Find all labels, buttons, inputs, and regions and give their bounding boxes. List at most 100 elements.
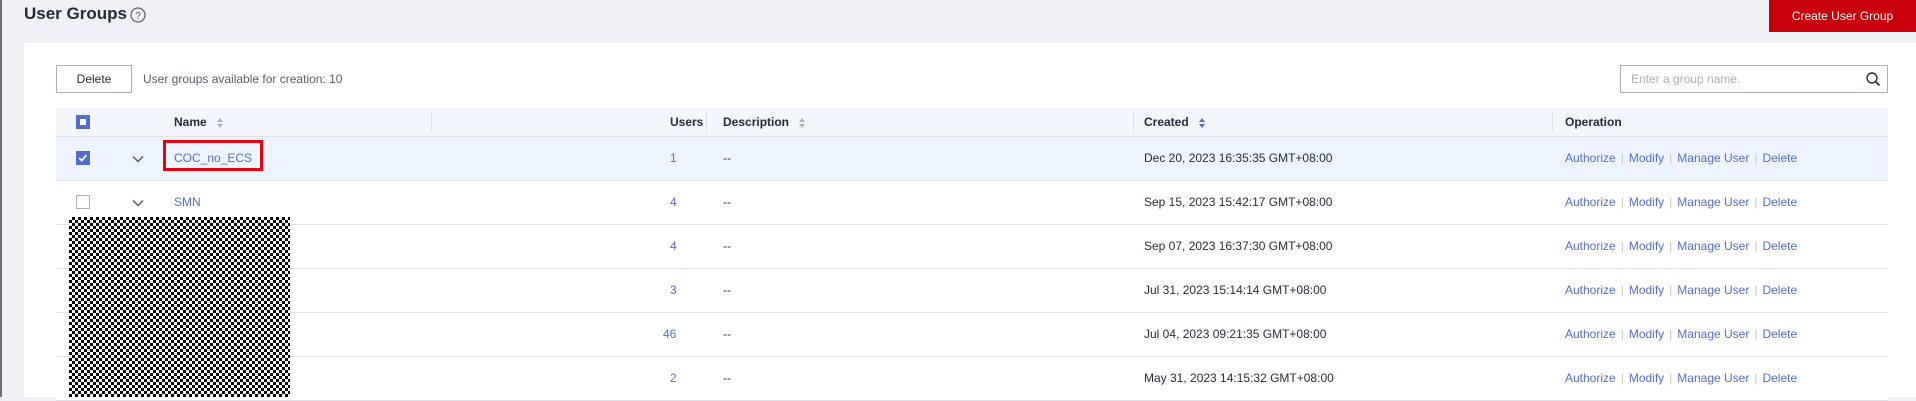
- authorize-link[interactable]: Authorize: [1565, 283, 1616, 297]
- table-row[interactable]: 3 -- Jul 31, 2023 15:14:14 GMT+08:00 Aut…: [56, 269, 1888, 313]
- separator: |: [1620, 151, 1624, 165]
- column-header-name[interactable]: Name: [174, 115, 224, 129]
- authorize-link[interactable]: Authorize: [1565, 327, 1616, 341]
- separator: |: [1669, 195, 1673, 209]
- users-count-link[interactable]: 4: [670, 239, 677, 253]
- separator: |: [1754, 239, 1758, 253]
- created-cell: Jul 31, 2023 15:14:14 GMT+08:00: [1144, 283, 1327, 297]
- authorize-link[interactable]: Authorize: [1565, 371, 1616, 385]
- manage-user-link[interactable]: Manage User: [1677, 151, 1749, 165]
- modify-link[interactable]: Modify: [1629, 327, 1664, 341]
- column-name-label: Name: [174, 115, 207, 129]
- authorize-link[interactable]: Authorize: [1565, 239, 1616, 253]
- description-cell: --: [723, 283, 731, 297]
- created-cell: May 31, 2023 14:15:32 GMT+08:00: [1144, 371, 1334, 385]
- users-count-link[interactable]: 1: [670, 151, 677, 165]
- separator: |: [1669, 327, 1673, 341]
- table-row[interactable]: 4 -- Sep 07, 2023 16:37:30 GMT+08:00 Aut…: [56, 225, 1888, 269]
- delete-link[interactable]: Delete: [1762, 151, 1797, 165]
- modify-link[interactable]: Modify: [1629, 371, 1664, 385]
- authorize-link[interactable]: Authorize: [1565, 151, 1616, 165]
- created-cell: Sep 07, 2023 16:37:30 GMT+08:00: [1144, 239, 1333, 253]
- user-groups-table: Name Users Description Created Operation: [56, 108, 1888, 401]
- chevron-down-icon[interactable]: [131, 152, 145, 166]
- modify-link[interactable]: Modify: [1629, 283, 1664, 297]
- separator: |: [1620, 195, 1624, 209]
- delete-link[interactable]: Delete: [1762, 327, 1797, 341]
- check-icon: [78, 154, 88, 162]
- created-cell: Sep 15, 2023 15:42:17 GMT+08:00: [1144, 195, 1333, 209]
- row-checkbox[interactable]: [76, 151, 90, 165]
- column-header-operation: Operation: [1565, 115, 1622, 129]
- delete-link[interactable]: Delete: [1762, 239, 1797, 253]
- sort-icon[interactable]: [1198, 117, 1206, 129]
- modify-link[interactable]: Modify: [1629, 195, 1664, 209]
- table-row[interactable]: SMN 4 -- Sep 15, 2023 15:42:17 GMT+08:00…: [56, 181, 1888, 225]
- column-divider: [706, 112, 707, 132]
- users-count-link[interactable]: 3: [670, 283, 677, 297]
- operation-cell: Authorize | Modify | Manage User | Delete: [1565, 239, 1797, 253]
- manage-user-link[interactable]: Manage User: [1677, 371, 1749, 385]
- description-cell: --: [723, 239, 731, 253]
- table-header: Name Users Description Created Operation: [56, 108, 1888, 137]
- delete-link[interactable]: Delete: [1762, 371, 1797, 385]
- operation-cell: Authorize | Modify | Manage User | Delete: [1565, 283, 1797, 297]
- modify-link[interactable]: Modify: [1629, 239, 1664, 253]
- users-count-link[interactable]: 46: [663, 327, 676, 341]
- search-input[interactable]: [1621, 66, 1871, 92]
- help-circle-icon[interactable]: ?: [130, 7, 146, 23]
- authorize-link[interactable]: Authorize: [1565, 195, 1616, 209]
- operation-cell: Authorize | Modify | Manage User | Delete: [1565, 371, 1797, 385]
- separator: |: [1754, 327, 1758, 341]
- column-divider: [1552, 112, 1553, 132]
- operation-cell: Authorize | Modify | Manage User | Delete: [1565, 195, 1797, 209]
- sort-icon[interactable]: [798, 117, 806, 129]
- table-row[interactable]: COC_no_ECS 1 -- Dec 20, 2023 16:35:35 GM…: [56, 137, 1888, 181]
- operation-cell: Authorize | Modify | Manage User | Delete: [1565, 327, 1797, 341]
- separator: |: [1620, 327, 1624, 341]
- separator: |: [1754, 151, 1758, 165]
- column-description-label: Description: [723, 115, 790, 129]
- column-created-label: Created: [1144, 115, 1189, 129]
- redacted-area: [69, 217, 290, 397]
- search-box[interactable]: [1620, 65, 1888, 93]
- description-cell: --: [723, 151, 731, 165]
- column-header-created[interactable]: Created: [1144, 115, 1206, 129]
- manage-user-link[interactable]: Manage User: [1677, 327, 1749, 341]
- page-header: User Groups ? Create User Group: [0, 0, 1916, 34]
- create-user-group-button[interactable]: Create User Group: [1769, 0, 1916, 32]
- sort-icon[interactable]: [216, 117, 224, 129]
- separator: |: [1669, 283, 1673, 297]
- manage-user-link[interactable]: Manage User: [1677, 283, 1749, 297]
- column-header-description[interactable]: Description: [723, 115, 806, 129]
- chevron-down-icon[interactable]: [131, 196, 145, 210]
- created-cell: Dec 20, 2023 16:35:35 GMT+08:00: [1144, 151, 1333, 165]
- page-title: User Groups: [24, 4, 127, 23]
- users-count-link[interactable]: 4: [670, 195, 677, 209]
- separator: |: [1620, 371, 1624, 385]
- group-name-link[interactable]: SMN: [174, 195, 201, 209]
- column-divider: [431, 112, 432, 132]
- separator: |: [1669, 151, 1673, 165]
- column-header-users: Users: [670, 115, 704, 129]
- select-all-checkbox[interactable]: [76, 115, 90, 129]
- delete-link[interactable]: Delete: [1762, 195, 1797, 209]
- delete-button[interactable]: Delete: [56, 65, 132, 93]
- window-edge: [0, 0, 2, 397]
- description-cell: --: [723, 195, 731, 209]
- separator: |: [1620, 239, 1624, 253]
- table-row[interactable]: 46 -- Jul 04, 2023 09:21:35 GMT+08:00 Au…: [56, 313, 1888, 357]
- separator: |: [1754, 195, 1758, 209]
- manage-user-link[interactable]: Manage User: [1677, 195, 1749, 209]
- delete-link[interactable]: Delete: [1762, 283, 1797, 297]
- table-row[interactable]: 2 -- May 31, 2023 14:15:32 GMT+08:00 Aut…: [56, 357, 1888, 401]
- manage-user-link[interactable]: Manage User: [1677, 239, 1749, 253]
- row-checkbox[interactable]: [76, 195, 90, 209]
- separator: |: [1669, 239, 1673, 253]
- search-icon[interactable]: [1865, 71, 1881, 87]
- modify-link[interactable]: Modify: [1629, 151, 1664, 165]
- separator: |: [1754, 371, 1758, 385]
- created-cell: Jul 04, 2023 09:21:35 GMT+08:00: [1144, 327, 1327, 341]
- availability-text: User groups available for creation: 10: [143, 72, 343, 86]
- users-count-link[interactable]: 2: [670, 371, 677, 385]
